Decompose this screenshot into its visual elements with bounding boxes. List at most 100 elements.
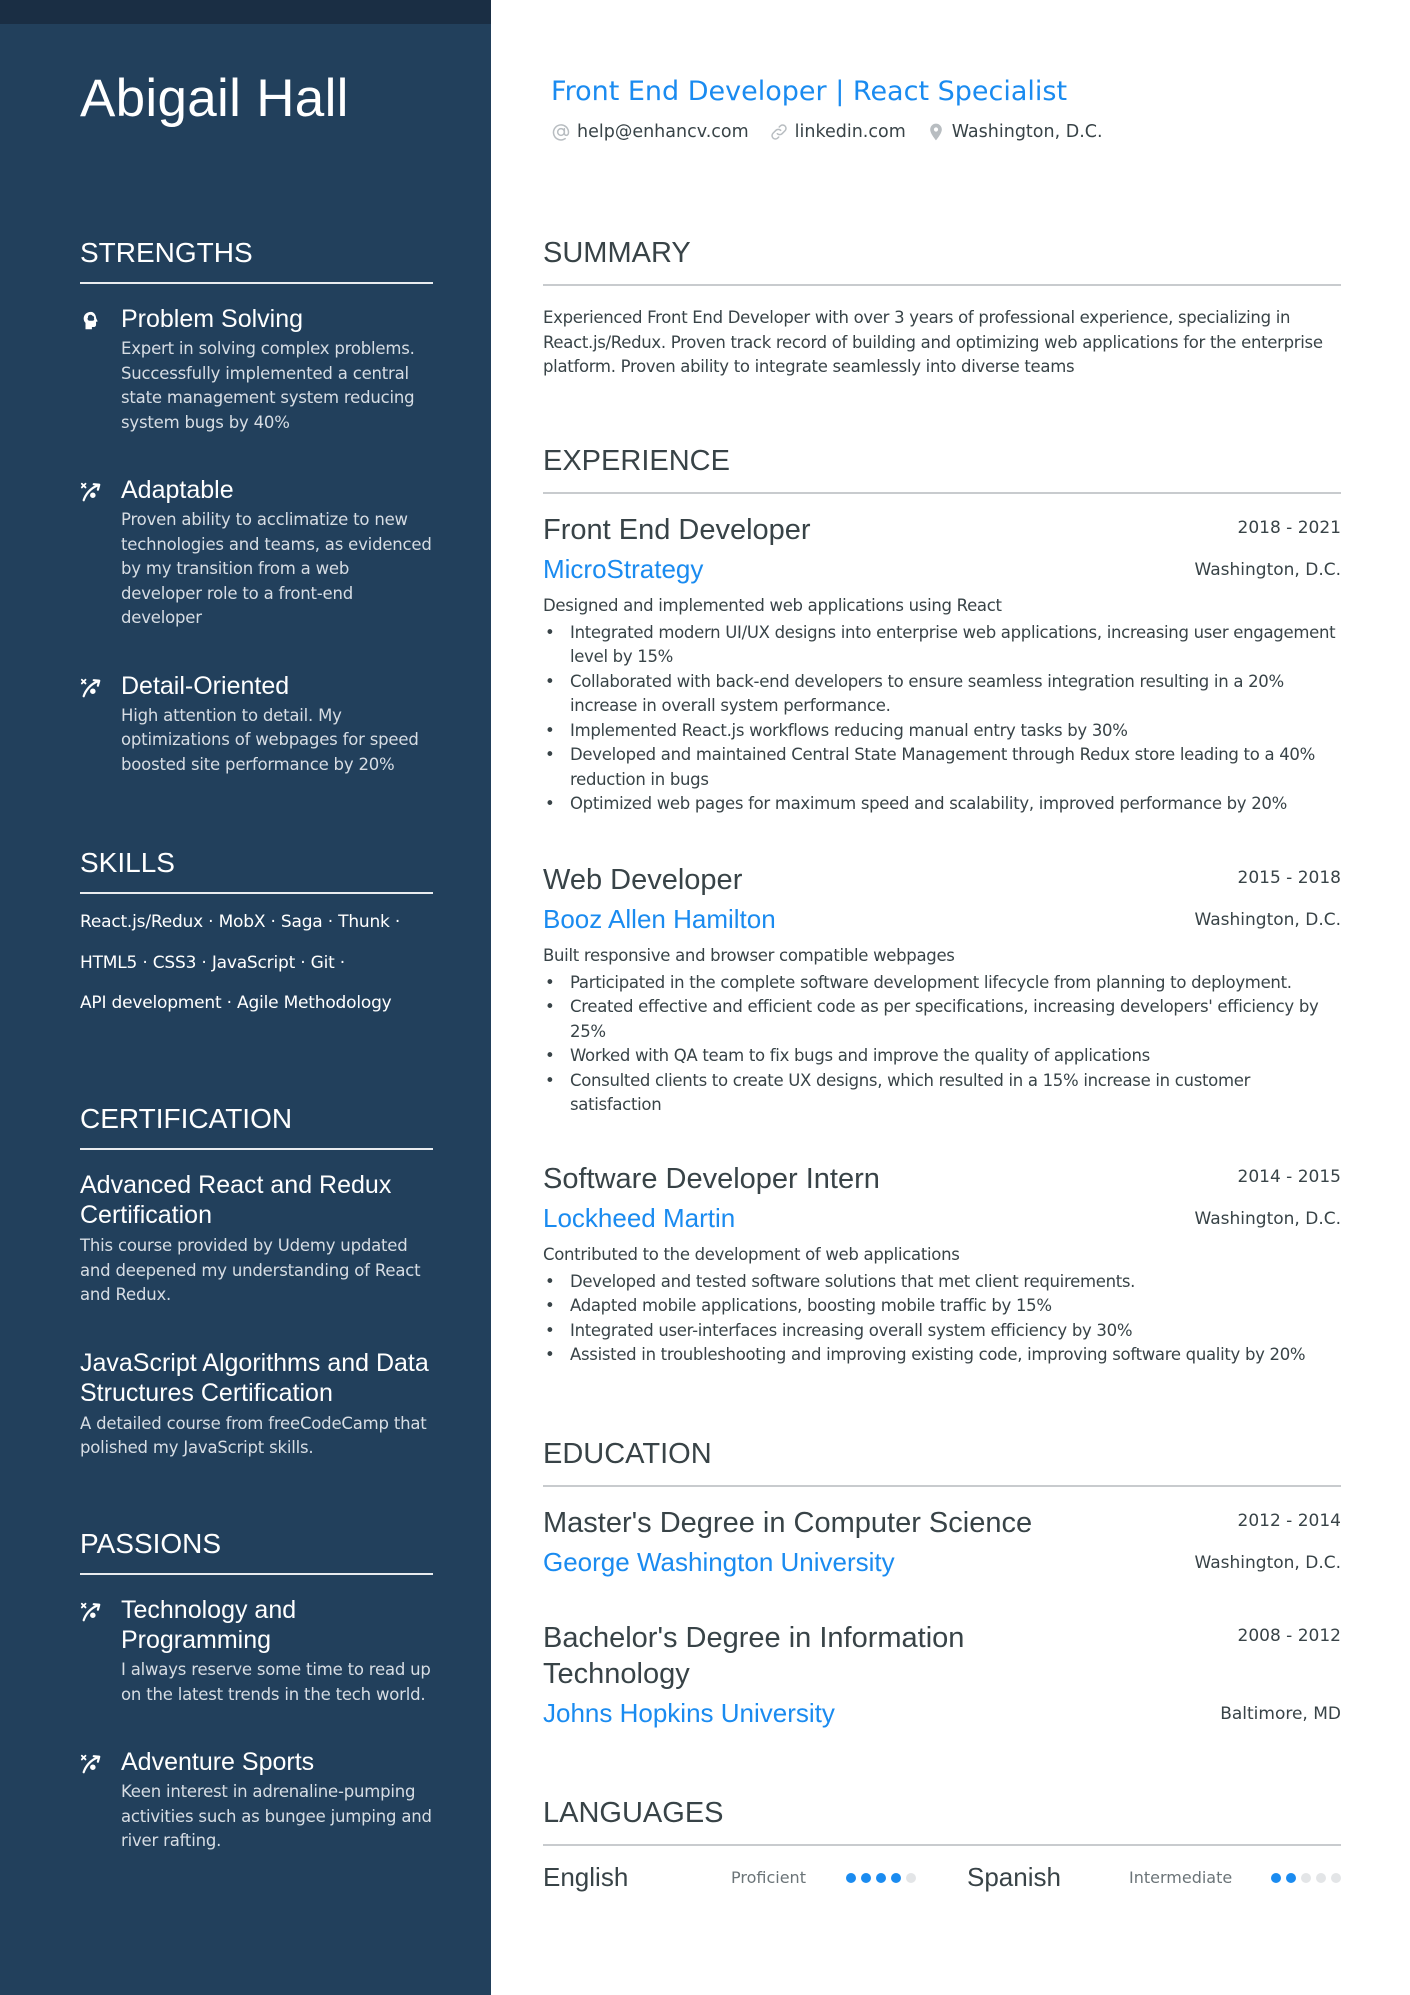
language-level: Intermediate: [1129, 1868, 1233, 1887]
trajectory-icon: [80, 677, 102, 699]
education-heading: EDUCATION: [543, 1438, 712, 1470]
certification-item: Advanced React and Redux Certification T…: [80, 1170, 433, 1308]
rating-dot-filled: [861, 1873, 871, 1883]
entry-location: Washington, D.C.: [1194, 910, 1341, 930]
headline: Front End Developer | React Specialist: [551, 76, 1068, 107]
strengths-section: STRENGTHS Problem Solving Expert in solv…: [80, 236, 433, 777]
school-name[interactable]: George Washington University: [543, 1545, 895, 1579]
passions-section: PASSIONS Technology and Programming I al…: [80, 1527, 433, 1854]
contact-email-text: help@enhancv.com: [577, 122, 749, 142]
header: Front End Developer | React Specialist h…: [551, 75, 1349, 142]
education-location: Washington, D.C.: [1194, 1553, 1341, 1573]
language-name: Spanish: [967, 1862, 1061, 1892]
strength-description: Expert in solving complex problems. Succ…: [121, 339, 415, 432]
entry-title: Software Developer Intern: [543, 1163, 880, 1195]
summary-section: SUMMARY Experienced Front End Developer …: [543, 236, 1341, 380]
language-name: English: [543, 1862, 629, 1892]
summary-divider: [543, 284, 1341, 286]
entry-company[interactable]: Booz Allen Hamilton: [543, 902, 776, 936]
language-rating: [1271, 1873, 1341, 1883]
degree-title: Bachelor's Degree in Information Technol…: [543, 1622, 965, 1690]
school-name[interactable]: Johns Hopkins University: [543, 1696, 835, 1730]
strength-description: High attention to detail. My optimizatio…: [121, 705, 419, 774]
certification-item: JavaScript Algorithms and Data Structure…: [80, 1348, 433, 1461]
entry-title: Front End Developer: [543, 514, 811, 546]
contact-email[interactable]: help@enhancv.com: [551, 122, 749, 142]
trajectory-icon: [80, 1753, 102, 1775]
entry-title: Web Developer: [543, 864, 743, 896]
rating-dot-empty: [1301, 1873, 1311, 1883]
rating-dot-filled: [1286, 1873, 1296, 1883]
rating-dot-filled: [876, 1873, 886, 1883]
bullet-item: Optimized web pages for maximum speed an…: [543, 792, 1341, 817]
language-item: English Proficient Spanish Intermediate: [543, 1858, 1341, 1898]
skills-line: React.js/Redux · MobX · Saga · Thunk ·: [80, 912, 401, 932]
entry-company[interactable]: Lockheed Martin: [543, 1201, 735, 1235]
entry-bullets: Participated in the complete software de…: [543, 971, 1341, 1118]
trajectory-icon: [80, 481, 102, 503]
passion-title: Technology and Programming: [121, 1596, 297, 1654]
education-dates: 2012 - 2014: [1237, 1511, 1341, 1531]
strength-item: Adaptable Proven ability to acclimatize …: [80, 475, 433, 631]
entry-location: Washington, D.C.: [1194, 1209, 1341, 1229]
language-rating: [846, 1873, 916, 1883]
passion-title: Adventure Sports: [121, 1748, 315, 1776]
rating-dot-empty: [1331, 1873, 1341, 1883]
bullet-item: Integrated modern UI/UX designs into ent…: [543, 621, 1341, 670]
passion-item: Technology and Programming I always rese…: [80, 1595, 433, 1707]
candidate-name: Abigail Hall: [80, 69, 349, 128]
rating-dot-empty: [1316, 1873, 1326, 1883]
skills-heading: SKILLS: [80, 847, 175, 878]
strength-title: Adaptable: [121, 476, 234, 504]
entry-description: Built responsive and browser compatible …: [543, 946, 955, 965]
bullet-item: Implemented React.js workflows reducing …: [543, 719, 1341, 744]
education-divider: [543, 1485, 1341, 1487]
degree-title: Master's Degree in Computer Science: [543, 1507, 1033, 1539]
certification-section: CERTIFICATION Advanced React and Redux C…: [80, 1102, 433, 1461]
strength-description: Proven ability to acclimatize to new tec…: [121, 510, 432, 627]
skills-line: API development · Agile Methodology: [80, 993, 392, 1013]
bullet-item: Consulted clients to create UX designs, …: [543, 1069, 1341, 1118]
passion-description: I always reserve some time to read up on…: [121, 1660, 431, 1704]
entry-location: Washington, D.C.: [1194, 560, 1341, 580]
contact-row: help@enhancv.com linkedin.com Washington…: [551, 122, 1349, 142]
entry-dates: 2015 - 2018: [1237, 868, 1341, 888]
trajectory-icon: [80, 1601, 102, 1623]
rating-dot-filled: [1271, 1873, 1281, 1883]
rating-dot-filled: [846, 1873, 856, 1883]
bullet-item: Developed and maintained Central State M…: [543, 743, 1341, 792]
contact-linkedin-text: linkedin.com: [794, 122, 906, 142]
languages-divider: [543, 1844, 1341, 1846]
bullet-item: Integrated user-interfaces increasing ov…: [543, 1319, 1341, 1344]
certification-title: Advanced React and Redux Certification: [80, 1171, 392, 1229]
bullet-item: Collaborated with back-end developers to…: [543, 670, 1341, 719]
experience-entry: Web Developer 2015 - 2018 Booz Allen Ham…: [543, 862, 1341, 1118]
contact-location: Washington, D.C.: [926, 122, 1103, 142]
education-entry: Bachelor's Degree in Information Technol…: [543, 1620, 1341, 1730]
education-location: Baltimore, MD: [1220, 1704, 1341, 1724]
experience-divider: [543, 492, 1341, 494]
link-icon: [770, 124, 787, 140]
contact-location-text: Washington, D.C.: [951, 122, 1103, 142]
languages-section: LANGUAGES: [543, 1796, 1341, 1846]
bullet-item: Worked with QA team to fix bugs and impr…: [543, 1044, 1341, 1069]
bullet-item: Assisted in troubleshooting and improvin…: [543, 1343, 1341, 1368]
rating-dot-empty: [906, 1873, 916, 1883]
education-dates: 2008 - 2012: [1237, 1626, 1341, 1646]
at-icon: [552, 124, 570, 141]
strength-title: Detail-Oriented: [121, 671, 290, 700]
skills-line: HTML5 · CSS3 · JavaScript · Git ·: [80, 952, 346, 973]
entry-dates: 2018 - 2021: [1237, 518, 1341, 538]
passions-heading: PASSIONS: [80, 1528, 222, 1559]
contact-linkedin[interactable]: linkedin.com: [769, 122, 906, 142]
education-entry: Master's Degree in Computer Science 2012…: [543, 1505, 1341, 1579]
entry-company[interactable]: MicroStrategy: [543, 552, 703, 586]
skills-section: SKILLS React.js/Redux · MobX · Saga · Th…: [80, 846, 433, 1024]
experience-heading: EXPERIENCE: [543, 445, 730, 477]
certification-description: A detailed course from freeCodeCamp that…: [80, 1413, 427, 1458]
bullet-item: Adapted mobile applications, boosting mo…: [543, 1294, 1341, 1319]
certification-description: This course provided by Udemy updated an…: [80, 1236, 421, 1304]
passion-item: Adventure Sports Keen interest in adrena…: [80, 1747, 433, 1854]
bullet-item: Developed and tested software solutions …: [543, 1270, 1341, 1295]
summary-heading: SUMMARY: [543, 237, 691, 269]
